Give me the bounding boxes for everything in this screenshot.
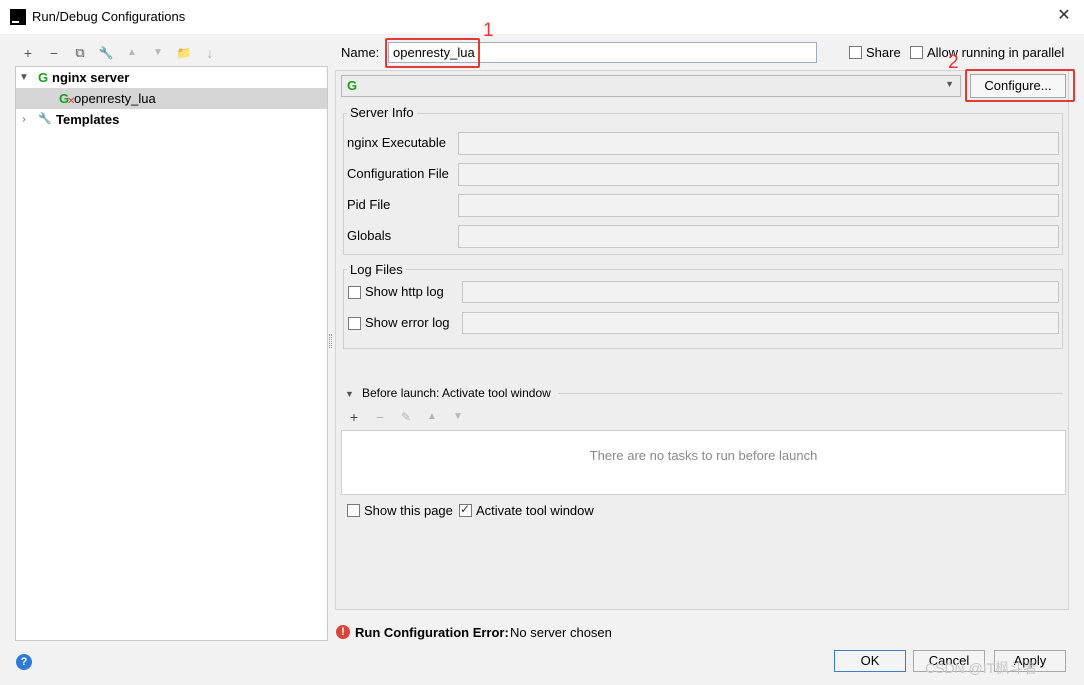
name-label: Name:: [341, 45, 380, 60]
window-title: Run/Debug Configurations: [32, 9, 186, 24]
wrench-icon: 🔧: [38, 113, 52, 125]
error-icon: !: [336, 625, 350, 639]
show-error-log-checkbox[interactable]: [348, 317, 361, 330]
ok-button[interactable]: OK: [834, 650, 906, 672]
remove-icon[interactable]: −: [45, 44, 63, 62]
pid-file-label: Pid File: [347, 197, 391, 212]
help-icon[interactable]: ?: [16, 654, 32, 670]
expand-arrow-icon[interactable]: ▼: [18, 67, 30, 88]
edit-task-icon[interactable]: ✎: [397, 408, 415, 426]
configuration-file-label: Configuration File: [347, 166, 449, 181]
error-title: Run Configuration Error:: [355, 625, 509, 640]
tree-item-label: openresty_lua: [74, 91, 156, 106]
empty-tasks-text: There are no tasks to run before launch: [589, 448, 818, 463]
server-info-title: Server Info: [347, 105, 417, 120]
configuration-tree[interactable]: ▼ G nginx server G ✕ openresty_lua › 🔧 T…: [15, 66, 328, 641]
globals-field[interactable]: [458, 225, 1059, 248]
before-launch-label[interactable]: Before launch: Activate tool window: [362, 386, 551, 400]
wrench-icon[interactable]: 🔧: [97, 44, 115, 62]
log-files-title: Log Files: [347, 262, 406, 277]
move-task-up-icon[interactable]: ▲: [423, 408, 441, 426]
nginx-server-icon: G: [347, 78, 358, 93]
app-logo-icon: [10, 9, 26, 25]
folder-icon[interactable]: 📁: [175, 44, 193, 62]
separator: [558, 393, 1063, 394]
share-label: Share: [866, 45, 901, 60]
sort-icon[interactable]: ↓: [201, 44, 219, 62]
configure-button[interactable]: Configure...: [970, 74, 1066, 98]
nginx-executable-label: nginx Executable: [347, 135, 447, 150]
tasks-list[interactable]: There are no tasks to run before launch: [341, 430, 1066, 495]
show-this-page-label: Show this page: [364, 503, 453, 518]
tree-item-openresty-lua[interactable]: G ✕ openresty_lua: [16, 88, 327, 109]
copy-icon[interactable]: ⧉: [71, 44, 89, 62]
globals-label: Globals: [347, 228, 392, 243]
nginx-executable-field[interactable]: [458, 132, 1059, 155]
server-combo[interactable]: G ▼: [341, 75, 961, 97]
nginx-server-icon: G: [38, 70, 49, 85]
add-task-icon[interactable]: +: [345, 408, 363, 426]
move-task-down-icon[interactable]: ▼: [449, 408, 467, 426]
tree-item-label: nginx server: [52, 70, 130, 85]
add-icon[interactable]: +: [19, 44, 37, 62]
error-log-field[interactable]: [462, 312, 1059, 334]
activate-tool-window-label: Activate tool window: [476, 503, 594, 518]
splitter-handle[interactable]: [329, 334, 332, 348]
before-launch-toggle-icon[interactable]: ▼: [345, 389, 354, 399]
collapse-arrow-icon[interactable]: ›: [18, 109, 30, 130]
show-error-log-label: Show error log: [365, 315, 450, 330]
tree-item-nginx-server[interactable]: ▼ G nginx server: [16, 67, 327, 88]
activate-tool-window-checkbox[interactable]: [459, 502, 472, 517]
pid-file-field[interactable]: [458, 194, 1059, 217]
show-http-log-label: Show http log: [365, 284, 444, 299]
tree-item-templates[interactable]: › 🔧 Templates: [16, 109, 327, 130]
name-input[interactable]: [388, 42, 817, 63]
share-checkbox[interactable]: [849, 46, 862, 59]
tree-item-label: Templates: [56, 112, 120, 127]
move-up-icon[interactable]: ▲: [123, 44, 141, 62]
http-log-field[interactable]: [462, 281, 1059, 303]
annotation-number-2: 2: [948, 52, 959, 73]
show-this-page-checkbox[interactable]: [347, 504, 360, 517]
remove-task-icon[interactable]: −: [371, 408, 389, 426]
error-message: No server chosen: [510, 625, 612, 640]
show-http-log-checkbox[interactable]: [348, 286, 361, 299]
close-icon[interactable]: ✕: [1055, 7, 1073, 25]
parallel-checkbox[interactable]: [910, 46, 923, 59]
chevron-down-icon: ▼: [945, 79, 954, 89]
move-down-icon[interactable]: ▼: [149, 44, 167, 62]
watermark: CSDN @IT枫斗者: [925, 660, 1038, 676]
configuration-file-field[interactable]: [458, 163, 1059, 186]
annotation-number-1: 1: [483, 20, 494, 41]
